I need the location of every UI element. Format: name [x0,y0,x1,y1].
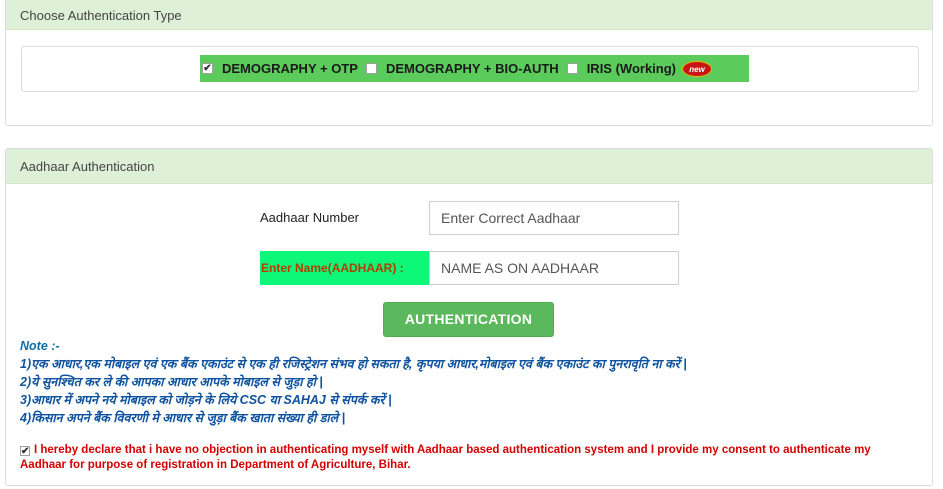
aadhaar-header: Aadhaar Authentication [6,149,932,184]
auth-type-box: ✔ DEMOGRAPHY + OTP DEMOGRAPHY + BIO-AUTH… [21,46,919,92]
option-bio-checkbox[interactable] [365,63,377,74]
auth-options-strip: ✔ DEMOGRAPHY + OTP DEMOGRAPHY + BIO-AUTH… [200,55,749,82]
note-item: 1)एक आधार,एक मोबाइल एवं एक बैंक एकाउंट स… [20,357,687,371]
declaration: ✔ I hereby declare that i have no objecti… [20,443,900,473]
auth-type-panel: Choose Authentication Type ✔ DEMOGRAPHY … [5,0,933,126]
aadhaar-name-input[interactable]: NAME AS ON AADHAAR [429,251,679,285]
notes-block: Note :- 1)एक आधार,एक मोबाइल एवं एक बैंक … [20,337,687,427]
option-bio-label[interactable]: DEMOGRAPHY + BIO-AUTH [386,61,559,76]
auth-type-header: Choose Authentication Type [6,0,932,30]
option-otp-checkbox[interactable]: ✔ [202,63,213,74]
aadhaar-number-label: Aadhaar Number [260,210,359,225]
note-item: 3)आधार में अपने नये मोबाइल को जोड़ने के … [20,393,392,407]
declaration-text: I hereby declare that i have no objectio… [20,444,871,471]
notes-title: Note :- [20,339,60,353]
new-badge-icon: new [682,60,712,77]
aadhaar-name-label: Enter Name(AADHAAR) : [260,251,430,285]
note-item: 2)ये सुनश्चित कर ले की आपका आधार आपके मो… [20,375,323,389]
option-iris-checkbox[interactable] [566,63,578,74]
option-otp-label[interactable]: DEMOGRAPHY + OTP [222,61,358,76]
note-item: 4)किसान अपने बैंक विवरणी मे आधार से जुड़… [20,411,346,425]
declaration-checkbox[interactable]: ✔ [20,446,30,457]
option-iris-label[interactable]: IRIS (Working) [587,61,676,76]
authentication-button[interactable]: AUTHENTICATION [383,302,554,337]
aadhaar-panel: Aadhaar Authentication Aadhaar Number En… [5,148,933,486]
aadhaar-number-input[interactable]: Enter Correct Aadhaar [429,201,679,235]
